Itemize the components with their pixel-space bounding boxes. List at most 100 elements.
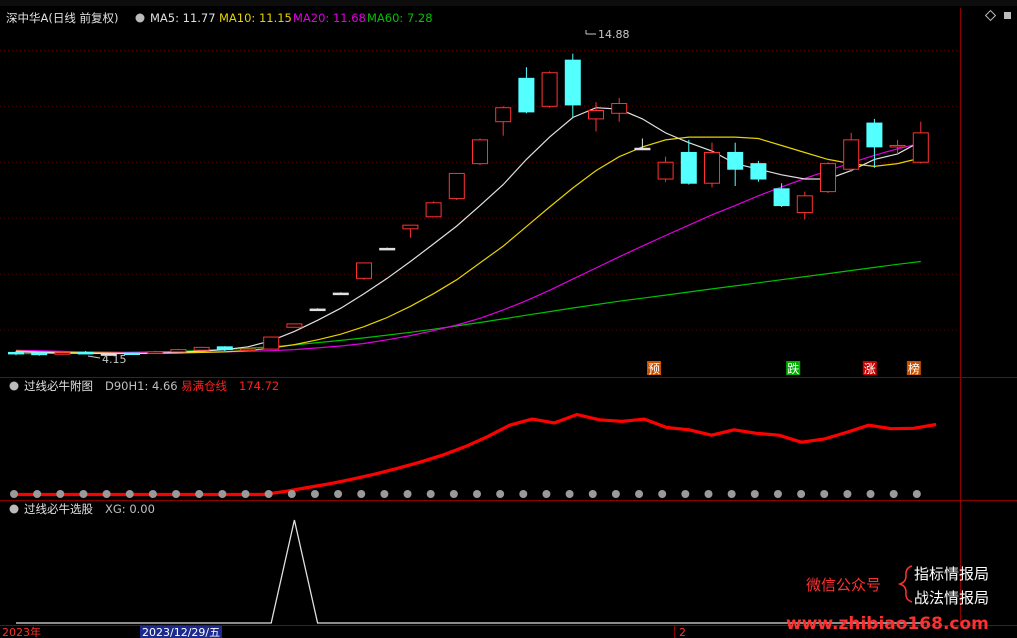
- candle-body: [820, 163, 836, 193]
- candle: [866, 118, 883, 168]
- panel2-dot: [310, 490, 319, 498]
- candle-body: [309, 308, 326, 312]
- candle-body: [866, 122, 883, 148]
- panel2-settings-icon[interactable]: [9, 381, 19, 391]
- ma5-line: [15, 107, 922, 355]
- ma10-line: [15, 136, 921, 354]
- candle-body: [379, 247, 396, 251]
- watermark-line2b: 战法情报局: [914, 589, 989, 607]
- panel2-dot: [519, 490, 528, 498]
- panel3-settings-icon[interactable]: [9, 504, 19, 514]
- panel2-dot: [403, 490, 412, 498]
- candle: [680, 139, 697, 185]
- panel2-dot: [889, 490, 898, 498]
- candle-body: [796, 195, 813, 214]
- panel2-d90h1: D90H1: 4.66: [105, 379, 178, 393]
- candle-body: [8, 351, 24, 355]
- candle: [402, 224, 419, 238]
- panel2-dot: [704, 490, 713, 498]
- candle: [286, 323, 303, 328]
- signal-label: 涨: [864, 361, 876, 376]
- panel2-dot: [218, 490, 227, 498]
- watermark-url: www.zhibiao168.com: [786, 614, 989, 634]
- panel2-dot: [681, 490, 690, 498]
- ma20-label: MA20: 11.68: [293, 11, 366, 25]
- candle: [889, 139, 906, 154]
- stock-name: 深中华A(日线 前复权): [6, 11, 119, 25]
- candle: [309, 308, 326, 312]
- panel2-dot: [635, 490, 644, 498]
- panel2-dot: [565, 490, 574, 498]
- top-toolbar: [0, 0, 1017, 6]
- candle: [541, 71, 558, 108]
- panel2-dot: [750, 490, 759, 498]
- candle-body: [356, 262, 372, 279]
- watermark: 微信公众号 指标情报局 战法情报局 www.zhibiao168.com: [786, 565, 989, 634]
- collapse-icon[interactable]: [984, 9, 997, 22]
- watermark-line2a: 指标情报局: [914, 565, 989, 583]
- footer-date[interactable]: 2023/12/29/五: [142, 626, 220, 638]
- candle-body: [541, 72, 558, 107]
- candle-body: [634, 147, 651, 151]
- indicator-panel-2: [10, 412, 937, 498]
- candle-body: [425, 202, 442, 218]
- panel3-xg-line: [16, 519, 921, 624]
- candle: [843, 132, 860, 173]
- ma60-line: [15, 260, 921, 355]
- candle: [657, 156, 674, 182]
- candle-body: [704, 151, 720, 184]
- panel2-dot: [912, 490, 921, 498]
- candle: [448, 172, 465, 200]
- candle: [170, 348, 187, 353]
- candle: [750, 160, 767, 182]
- low-marker: 4.15: [87, 353, 127, 366]
- candle: [564, 53, 581, 118]
- settings-icon[interactable]: [135, 13, 145, 23]
- panel2-dot: [334, 490, 343, 498]
- stock-chart[interactable]: 深中华A(日线 前复权) MA5: 11.77 MA10: 11.15 MA20…: [0, 0, 1017, 638]
- candle: [518, 67, 535, 114]
- candle-body: [54, 352, 71, 355]
- panel2-dot: [10, 490, 18, 498]
- panel2-dot: [287, 490, 296, 498]
- footer-tick: 2: [679, 626, 686, 638]
- panel2-dot: [172, 490, 181, 498]
- price-grid: [0, 49, 960, 331]
- candle-body: [472, 139, 488, 165]
- watermark-brace: [897, 565, 913, 603]
- panel2-name: 过线必牛附图: [24, 379, 93, 393]
- candle: [332, 292, 349, 296]
- candle-body: [495, 107, 512, 123]
- candle-body: [773, 188, 790, 207]
- candle: [727, 142, 744, 187]
- candle-body: [611, 103, 628, 114]
- candle-body: [193, 346, 210, 351]
- panel2-dot: [102, 490, 111, 498]
- panel3-name: 过线必牛选股: [24, 502, 93, 516]
- candle-body: [518, 77, 535, 113]
- panel2-dot: [611, 490, 620, 498]
- candle-body: [263, 336, 280, 350]
- high-label: 14.88: [598, 28, 630, 41]
- ma10-label: MA10: 11.15: [219, 11, 292, 25]
- ma20-line: [15, 142, 921, 353]
- signal-marker: 跌: [786, 361, 801, 376]
- panel2-dot: [797, 490, 806, 498]
- panel2-dot: [148, 490, 157, 498]
- candle: [495, 106, 512, 136]
- panel2-dot: [727, 490, 736, 498]
- candle-body: [912, 132, 929, 163]
- panel2-dot: [588, 490, 597, 498]
- panel2-dot: [357, 490, 366, 498]
- candle: [472, 138, 488, 166]
- candle: [588, 102, 604, 132]
- panel2-dot: [820, 490, 829, 498]
- high-marker: 14.88: [585, 28, 630, 41]
- panel2-dot: [79, 490, 88, 498]
- expand-icon[interactable]: [1004, 12, 1011, 19]
- panel2-red-line: [16, 412, 937, 497]
- panel2-dot: [195, 490, 204, 498]
- panel2-dot: [658, 490, 667, 498]
- panel2-dot: [125, 490, 134, 498]
- candle: [124, 352, 140, 355]
